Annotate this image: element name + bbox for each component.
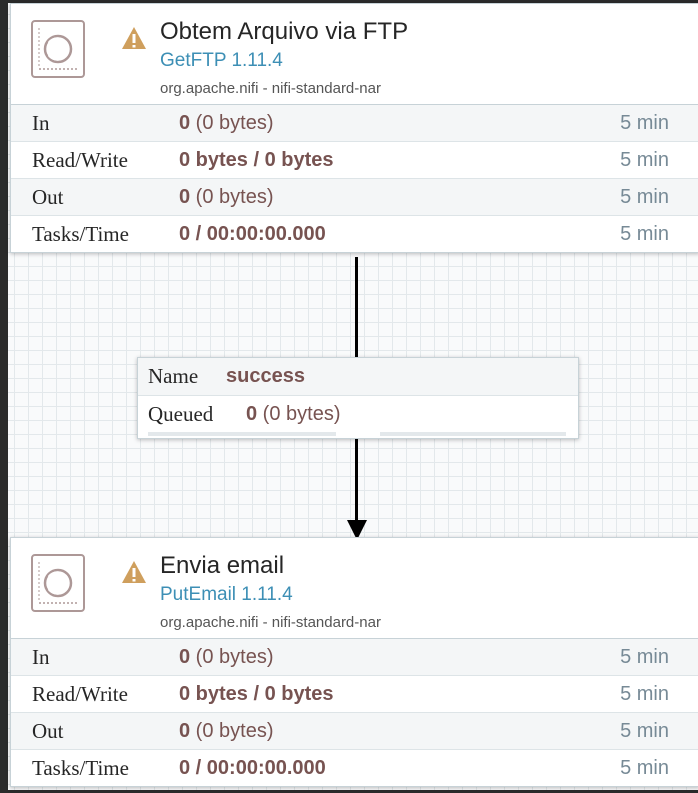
stat-value: 0 / 00:00:00.000	[179, 757, 326, 780]
stat-label: Tasks/Time	[32, 756, 129, 780]
stat-detail: (0 bytes)	[190, 720, 274, 742]
stat-window: 5 min	[620, 683, 669, 705]
stat-value: 0 / 00:00:00.000	[179, 223, 326, 246]
stat-window: 5 min	[620, 112, 669, 134]
processor-icon	[31, 554, 85, 612]
stat-window: 5 min	[620, 720, 669, 742]
connection-queued-label: Queued	[148, 402, 214, 426]
connection-label[interactable]: Name success Queued 0 (0 bytes)	[137, 357, 579, 439]
processor-header: Envia email PutEmail 1.11.4 org.apache.n…	[11, 538, 698, 639]
stat-window: 5 min	[620, 149, 669, 171]
connection-name-row: Name success	[138, 358, 578, 396]
stat-detail: (0 bytes)	[190, 646, 274, 668]
stat-row-in: In 0 (0 bytes) 5 min	[11, 639, 698, 676]
stat-label: Read/Write	[32, 148, 128, 172]
processor-bundle: org.apache.nifi - nifi-standard-nar	[160, 614, 381, 631]
processor-type: GetFTP 1.11.4	[160, 50, 283, 71]
processor-bundle: org.apache.nifi - nifi-standard-nar	[160, 80, 381, 97]
stat-count: 0	[179, 186, 191, 208]
stat-row-read-write: Read/Write 0 bytes / 0 bytes 5 min	[11, 676, 698, 713]
stat-row-tasks-time: Tasks/Time 0 / 00:00:00.000 5 min	[11, 750, 698, 786]
processor-card[interactable]: Obtem Arquivo via FTP GetFTP 1.11.4 org.…	[10, 3, 698, 253]
connection-name-label: Name	[148, 364, 199, 388]
queued-detail: (0 bytes)	[257, 403, 341, 425]
processor-name: Envia email	[160, 552, 285, 579]
connection-line-upper[interactable]	[355, 257, 358, 358]
stat-read-write-value: 0 bytes / 0 bytes	[179, 683, 334, 705]
processor-icon	[31, 20, 85, 78]
stat-label: Out	[32, 719, 64, 743]
stat-label: Tasks/Time	[32, 222, 129, 246]
connection-relationship: success	[226, 365, 305, 387]
stat-window: 5 min	[620, 757, 669, 779]
stat-row-out: Out 0 (0 bytes) 5 min	[11, 179, 698, 216]
stat-row-out: Out 0 (0 bytes) 5 min	[11, 713, 698, 750]
processor-header: Obtem Arquivo via FTP GetFTP 1.11.4 org.…	[11, 4, 698, 105]
window-frame-left	[0, 0, 8, 793]
queue-backpressure-count-bar	[148, 432, 336, 436]
stat-tasks-time-value: 0 / 00:00:00.000	[179, 757, 326, 779]
stat-count: 0	[179, 112, 191, 134]
stat-value: 0 (0 bytes)	[179, 186, 273, 209]
stat-read-write-value: 0 bytes / 0 bytes	[179, 149, 334, 171]
processor-stats: In 0 (0 bytes) 5 min Read/Write 0 bytes …	[11, 105, 698, 252]
processor-card[interactable]: Envia email PutEmail 1.11.4 org.apache.n…	[10, 537, 698, 787]
stat-window: 5 min	[620, 646, 669, 668]
connection-queued-value: 0 (0 bytes)	[246, 403, 340, 426]
stat-label: In	[32, 111, 50, 135]
stat-count: 0	[179, 720, 191, 742]
stat-label: In	[32, 645, 50, 669]
stat-row-read-write: Read/Write 0 bytes / 0 bytes 5 min	[11, 142, 698, 179]
queued-count: 0	[246, 403, 258, 425]
connection-queued-row: Queued 0 (0 bytes)	[138, 396, 578, 433]
processor-type: PutEmail 1.11.4	[160, 584, 293, 605]
stat-window: 5 min	[620, 223, 669, 245]
stat-detail: (0 bytes)	[190, 112, 274, 134]
stat-detail: (0 bytes)	[190, 186, 274, 208]
stat-value: 0 bytes / 0 bytes	[179, 149, 334, 172]
connection-line-lower[interactable]	[355, 437, 358, 523]
connection-name-value: success	[226, 365, 305, 388]
stat-tasks-time-value: 0 / 00:00:00.000	[179, 223, 326, 245]
stat-window: 5 min	[620, 186, 669, 208]
stat-count: 0	[179, 646, 191, 668]
stat-row-tasks-time: Tasks/Time 0 / 00:00:00.000 5 min	[11, 216, 698, 252]
warning-icon[interactable]	[121, 560, 147, 584]
warning-icon[interactable]	[121, 26, 147, 50]
stat-value: 0 (0 bytes)	[179, 646, 273, 669]
stat-value: 0 (0 bytes)	[179, 720, 273, 743]
stat-row-in: In 0 (0 bytes) 5 min	[11, 105, 698, 142]
stat-label: Out	[32, 185, 64, 209]
processor-stats: In 0 (0 bytes) 5 min Read/Write 0 bytes …	[11, 639, 698, 786]
stat-value: 0 bytes / 0 bytes	[179, 683, 334, 706]
stat-label: Read/Write	[32, 682, 128, 706]
queue-backpressure-size-bar	[380, 432, 566, 436]
processor-name: Obtem Arquivo via FTP	[160, 18, 409, 45]
stat-value: 0 (0 bytes)	[179, 112, 273, 135]
